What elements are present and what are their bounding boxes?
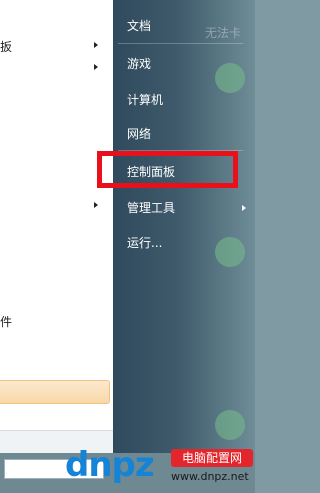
watermark: dnpz 电脑配置网 www.dnpz.net bbox=[65, 445, 255, 493]
submenu-arrow-icon bbox=[94, 42, 98, 48]
control-panel-highlight-box bbox=[97, 151, 238, 188]
start-menu: 扳 件 无法卡 文档 游戏 计算机 网络 控制面板 管理工具 运行... dnp… bbox=[0, 0, 255, 493]
program-item-label[interactable]: 件 bbox=[0, 313, 12, 330]
program-item-label[interactable]: 扳 bbox=[0, 38, 12, 55]
menu-separator bbox=[118, 43, 243, 44]
watermark-badge: 电脑配置网 bbox=[171, 449, 253, 467]
background-bubble-icon bbox=[215, 63, 245, 93]
menu-item-documents[interactable]: 文档 bbox=[127, 16, 151, 36]
background-bubble-icon bbox=[215, 410, 245, 440]
submenu-arrow-icon bbox=[94, 202, 98, 208]
watermark-brand: dnpz bbox=[65, 445, 155, 485]
menu-item-network[interactable]: 网络 bbox=[127, 124, 151, 144]
program-list-pane: 扳 件 bbox=[0, 0, 114, 454]
submenu-arrow-icon bbox=[94, 64, 98, 70]
all-programs-bar[interactable] bbox=[0, 380, 110, 404]
submenu-arrow-icon bbox=[242, 205, 246, 211]
menu-item-games[interactable]: 游戏 bbox=[127, 54, 151, 74]
menu-item-admin-tools[interactable]: 管理工具 bbox=[127, 198, 175, 218]
background-faint-label: 无法卡 bbox=[205, 26, 242, 40]
menu-item-run[interactable]: 运行... bbox=[127, 233, 162, 253]
background-bubble-icon bbox=[215, 237, 245, 267]
watermark-url: www.dnpz.net bbox=[171, 470, 249, 483]
menu-item-computer[interactable]: 计算机 bbox=[127, 90, 163, 110]
